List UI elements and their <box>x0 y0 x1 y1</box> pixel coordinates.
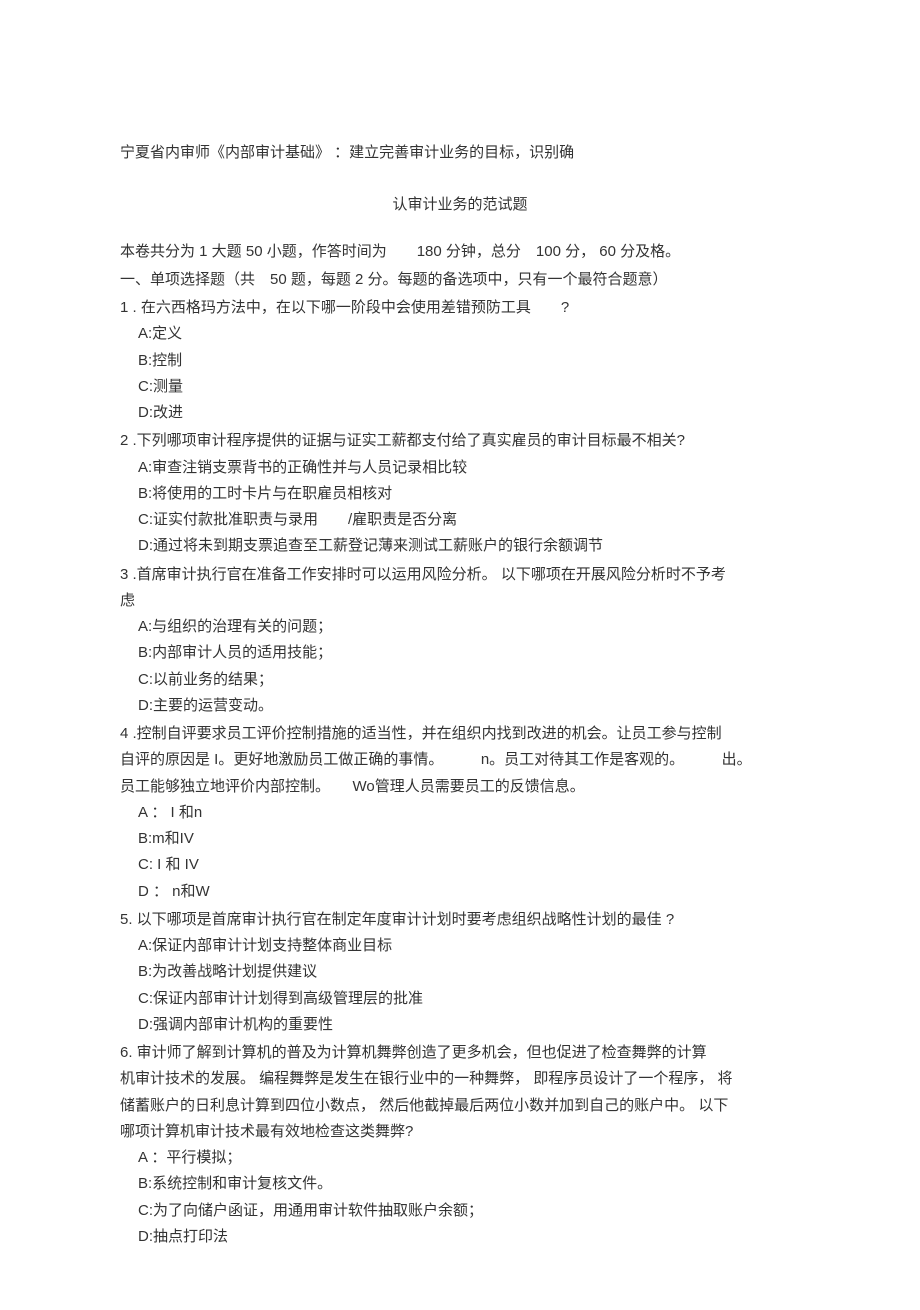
question-6-option-a: A ：平行模拟； <box>120 1145 800 1171</box>
question-2-stem: 2 .下列哪项审计程序提供的证据与证实工薪都支付给了真实雇员的审计目标最不相关? <box>120 428 800 454</box>
question-5-stem: 5. 以下哪项是首席审计执行官在制定年度审计计划时要考虑组织战略性计划的最佳 ? <box>120 907 800 933</box>
question-4-stem-line2: 自评的原因是 I。更好地激励员工做正确的事情。 n。员工对待其工作是客观的。 出… <box>120 747 800 773</box>
question-4-option-a: A ： I 和n <box>120 800 800 826</box>
question-6-option-c: C:为了向储户函证，用通用审计软件抽取账户余额； <box>120 1198 800 1224</box>
question-4-option-c: C: I 和 IV <box>120 852 800 878</box>
question-3-option-c: C:以前业务的结果； <box>120 667 800 693</box>
question-3-option-a: A:与组织的治理有关的问题； <box>120 614 800 640</box>
question-2-option-b: B:将使用的工时卡片与在职雇员相核对 <box>120 481 800 507</box>
question-6-stem-line1: 6. 审计师了解到计算机的普及为计算机舞弊创造了更多机会，但也促进了检查舞弊的计… <box>120 1040 800 1066</box>
question-5-option-a: A:保证内部审计计划支持整体商业目标 <box>120 933 800 959</box>
question-6-stem-line3: 储蓄账户的日利息计算到四位小数点， 然后他截掉最后两位小数并加到自己的账户中。 … <box>120 1093 800 1119</box>
document-title-line1: 宁夏省内审师《内部审计基础》 ：建立完善审计业务的目标，识别确 <box>120 140 800 166</box>
question-5-option-d: D:强调内部审计机构的重要性 <box>120 1012 800 1038</box>
question-4-option-b: B:m和IV <box>120 826 800 852</box>
question-2-option-c: C:证实付款批准职责与录用 /雇职责是否分离 <box>120 507 800 533</box>
question-1-option-a: A:定义 <box>120 321 800 347</box>
question-2-option-d: D:通过将未到期支票追查至工薪登记薄来测试工薪账户的银行余额调节 <box>120 533 800 559</box>
question-3-option-b: B:内部审计人员的适用技能； <box>120 640 800 666</box>
question-3-option-d: D:主要的运营变动。 <box>120 693 800 719</box>
document-title-line2: 认审计业务的范试题 <box>120 192 800 218</box>
question-4-option-d: D ： n和W <box>120 879 800 905</box>
question-1-option-d: D:改进 <box>120 400 800 426</box>
question-5-option-b: B:为改善战略计划提供建议 <box>120 959 800 985</box>
question-1-option-b: B:控制 <box>120 348 800 374</box>
question-6-stem-line4: 哪项计算机审计技术最有效地检查这类舞弊? <box>120 1119 800 1145</box>
question-3-stem-line1: 3 .首席审计执行官在准备工作安排时可以运用风险分析。 以下哪项在开展风险分析时… <box>120 562 800 588</box>
section-header: 一、单项选择题（共 50 题，每题 2 分。每题的备选项中，只有一个最符合题意） <box>120 267 800 293</box>
document-page: 宁夏省内审师《内部审计基础》 ：建立完善审计业务的目标，识别确 认审计业务的范试… <box>0 0 920 1310</box>
question-1-option-c: C:测量 <box>120 374 800 400</box>
question-3-stem-line2: 虑 <box>120 588 800 614</box>
question-2-option-a: A:审查注销支票背书的正确性并与人员记录相比较 <box>120 455 800 481</box>
exam-intro: 本卷共分为 1 大题 50 小题，作答时间为 180 分钟，总分 100 分， … <box>120 239 800 265</box>
question-6-option-b: B:系统控制和审计复核文件。 <box>120 1171 800 1197</box>
question-4-stem-line3: 员工能够独立地评价内部控制。 Wo管理人员需要员工的反馈信息。 <box>120 774 800 800</box>
question-5-option-c: C:保证内部审计计划得到高级管理层的批准 <box>120 986 800 1012</box>
question-6-stem-line2: 机审计技术的发展。 编程舞弊是发生在银行业中的一种舞弊， 即程序员设计了一个程序… <box>120 1066 800 1092</box>
question-1-stem: 1 . 在六西格玛方法中，在以下哪一阶段中会使用差错预防工具 ? <box>120 295 800 321</box>
question-4-stem-line1: 4 .控制自评要求员工评价控制措施的适当性，并在组织内找到改进的机会。让员工参与… <box>120 721 800 747</box>
question-6-option-d: D:抽点打印法 <box>120 1224 800 1250</box>
